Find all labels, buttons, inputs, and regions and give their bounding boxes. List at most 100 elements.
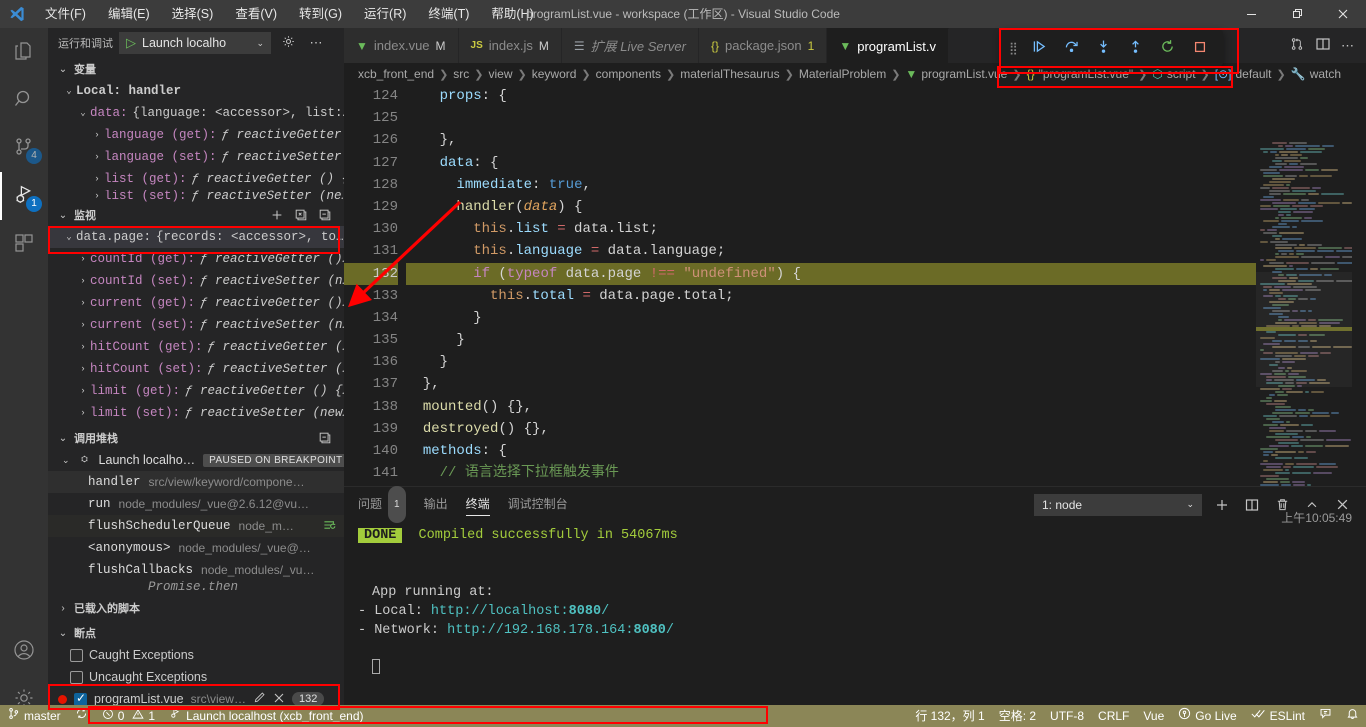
activity-run-and-debug[interactable]: 1 (0, 172, 48, 220)
tree-row[interactable]: ⌄ Local: handler (48, 80, 344, 102)
tree-row[interactable]: › hitCount (get): ƒ reactiveGetter (… (48, 336, 344, 358)
line-number-gutter[interactable]: 124125126127128129130131132▷133134135136… (344, 85, 406, 486)
debug-more-button[interactable]: ⋯ (305, 32, 327, 54)
menu-file[interactable]: 文件(F) (34, 0, 97, 28)
status-branch[interactable]: master (0, 705, 68, 727)
restore-button[interactable] (1274, 0, 1320, 28)
debug-stop-button[interactable] (1185, 34, 1215, 62)
debug-step-out-button[interactable] (1121, 34, 1151, 62)
terminal-output[interactable]: DONE Compiled successfully in 54067ms Ap… (344, 522, 1366, 708)
code-line[interactable]: methods: { (406, 440, 1366, 462)
debug-toolbar[interactable]: ⣿ (1001, 30, 1223, 66)
breadcrumb-item[interactable]: src (453, 67, 469, 81)
code-line[interactable]: } (406, 307, 1366, 329)
line-number[interactable]: 124 (344, 85, 398, 107)
menu-view[interactable]: 查看(V) (224, 0, 288, 28)
section-watch-header[interactable]: ⌄ 监视 (48, 204, 344, 226)
line-number[interactable]: 138 (344, 396, 398, 418)
line-number[interactable]: 127 (344, 152, 398, 174)
tree-row[interactable]: › limit (set): ƒ reactiveSetter (new… (48, 402, 344, 424)
line-number[interactable]: 140 (344, 440, 398, 462)
network-url-prefix[interactable]: http://192.168.178.164: (447, 623, 633, 638)
code-line[interactable]: destroyed() {}, (406, 418, 1366, 440)
terminal-select[interactable]: 1: node ⌄ (1034, 493, 1202, 516)
line-number[interactable]: 128 (344, 174, 398, 196)
section-variables-header[interactable]: ⌄ 变量 (48, 58, 344, 80)
status-feedback[interactable] (1312, 705, 1339, 727)
tab-index-js[interactable]: JS index.js M (458, 28, 562, 63)
code-line[interactable]: if (typeof data.page !== "undefined") { (406, 262, 1366, 285)
code-line[interactable]: immediate: true, (406, 174, 1366, 196)
tab-problems[interactable]: 问题 1 (358, 486, 406, 523)
window-controls[interactable] (1228, 0, 1366, 28)
tab-index-vue[interactable]: ▼ index.vue M (344, 28, 459, 63)
breadcrumb-item[interactable]: default (1235, 67, 1271, 81)
line-number[interactable]: 130 (344, 218, 398, 240)
tab-live-server[interactable]: ☰ 扩展 Live Server (561, 28, 699, 63)
tree-row[interactable]: › countId (get): ƒ reactiveGetter ()… (48, 248, 344, 270)
code-line[interactable]: props: { (406, 85, 1366, 107)
more-actions-icon[interactable]: ⋯ (1341, 38, 1354, 54)
menu-run[interactable]: 运行(R) (353, 0, 417, 28)
tab-output[interactable]: 输出 (424, 487, 448, 522)
debug-settings-button[interactable] (277, 32, 299, 54)
code-line[interactable]: } (406, 351, 1366, 373)
line-number[interactable]: 133 (344, 285, 398, 307)
status-problems[interactable]: 0 1 (95, 705, 162, 727)
minimap[interactable] (1256, 142, 1366, 486)
code-line[interactable]: mounted() {}, (406, 396, 1366, 418)
line-number[interactable]: 137 (344, 373, 398, 395)
close-button[interactable] (1320, 0, 1366, 28)
debug-step-over-button[interactable] (1057, 34, 1087, 62)
section-loaded-scripts-header[interactable]: › 已载入的脚本 (48, 597, 344, 619)
callstack-frame-row[interactable]: <anonymous> node_modules/_vue@… (48, 537, 344, 559)
breadcrumb[interactable]: xcb_front_end ❯ src ❯ view ❯ keyword ❯ compo… (344, 63, 1366, 85)
checkbox-icon[interactable] (70, 648, 83, 662)
breadcrumb-item[interactable]: materialThesaurus (680, 67, 779, 81)
status-cursor-position[interactable]: 行 132，列 1 (908, 705, 991, 727)
breadcrumb-item[interactable]: watch (1310, 67, 1341, 81)
line-number[interactable]: 141 (344, 462, 398, 484)
tree-row[interactable]: › limit (get): ƒ reactiveGetter () {… (48, 380, 344, 402)
minimap-slider[interactable] (1256, 272, 1366, 387)
overview-ruler[interactable] (1352, 142, 1366, 486)
code-line[interactable]: }, (406, 129, 1366, 151)
callstack-frame-row[interactable]: handler src/view/keyword/compone… (48, 471, 344, 493)
activity-accounts[interactable] (0, 627, 48, 675)
menu-go[interactable]: 转到(G) (288, 0, 353, 28)
line-number[interactable]: 132▷ (344, 262, 398, 285)
code-line[interactable]: data: { (406, 152, 1366, 174)
launch-config-select[interactable]: ▷ Launch localho ⌄ (119, 32, 271, 54)
breadcrumb-item[interactable]: view (489, 67, 513, 81)
code-line[interactable] (406, 107, 1366, 129)
breadcrumb-item[interactable]: programList.vue (921, 67, 1007, 81)
tree-row[interactable]: ⌄ data: {language: <accessor>, list:… (48, 102, 344, 124)
line-number[interactable]: 129 (344, 196, 398, 218)
add-expression-icon[interactable] (266, 204, 288, 226)
debug-continue-button[interactable] (1025, 34, 1055, 62)
line-number[interactable]: 135 (344, 329, 398, 351)
code-editor[interactable]: 124125126127128129130131132▷133134135136… (344, 85, 1366, 486)
debug-restart-button[interactable] (1153, 34, 1183, 62)
activity-search[interactable] (0, 76, 48, 124)
breadcrumb-item[interactable]: keyword (532, 67, 577, 81)
menu-edit[interactable]: 编辑(E) (97, 0, 161, 28)
tab-debug-console[interactable]: 调试控制台 (508, 487, 568, 522)
code-line[interactable]: this.list = data.list; (406, 218, 1366, 240)
code-line[interactable]: }, (406, 373, 1366, 395)
new-terminal-icon[interactable] (1212, 495, 1232, 515)
breadcrumb-item[interactable]: xcb_front_end (358, 67, 434, 81)
status-eslint[interactable]: ESLint (1244, 705, 1312, 727)
tree-row[interactable]: › current (set): ƒ reactiveSetter (n… (48, 314, 344, 336)
tree-row[interactable]: › list (get): ƒ reactiveGetter () {… (48, 168, 344, 190)
menu-selection[interactable]: 选择(S) (161, 0, 225, 28)
status-go-live[interactable]: Go Live (1171, 705, 1243, 727)
line-number[interactable]: 125 (344, 107, 398, 129)
split-terminal-icon[interactable] (1242, 495, 1262, 515)
remove-all-expressions-icon[interactable] (290, 204, 312, 226)
code-line[interactable]: this.language = data.language; (406, 240, 1366, 262)
status-encoding[interactable]: UTF-8 (1043, 705, 1091, 727)
status-sync[interactable] (68, 705, 95, 727)
status-debug-session[interactable]: Launch localhost (xcb_front_end) (162, 705, 370, 727)
minimize-button[interactable] (1228, 0, 1274, 28)
